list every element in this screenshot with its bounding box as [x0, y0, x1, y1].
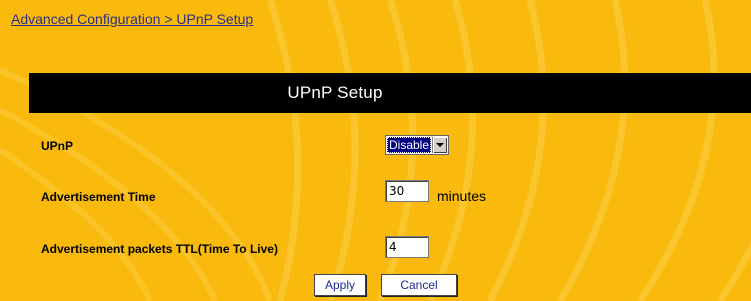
- cancel-button[interactable]: Cancel: [381, 274, 457, 296]
- upnp-select[interactable]: Disable: [385, 135, 450, 155]
- chevron-down-icon[interactable]: [432, 137, 448, 153]
- upnp-label: UPnP: [41, 139, 74, 153]
- breadcrumb[interactable]: Advanced Configuration > UPnP Setup: [11, 11, 253, 27]
- section-title: UPnP Setup: [287, 83, 383, 102]
- advertisement-time-unit: minutes: [437, 188, 487, 204]
- advertisement-time-label: Advertisement Time: [41, 190, 156, 204]
- advertisement-time-input[interactable]: 30: [385, 180, 429, 202]
- ttl-input[interactable]: 4: [385, 236, 429, 258]
- ttl-label: Advertisement packets TTL(Time To Live): [41, 242, 278, 256]
- section-header: UPnP Setup: [29, 73, 751, 113]
- upnp-select-value: Disable: [387, 137, 432, 153]
- apply-button[interactable]: Apply: [314, 274, 366, 296]
